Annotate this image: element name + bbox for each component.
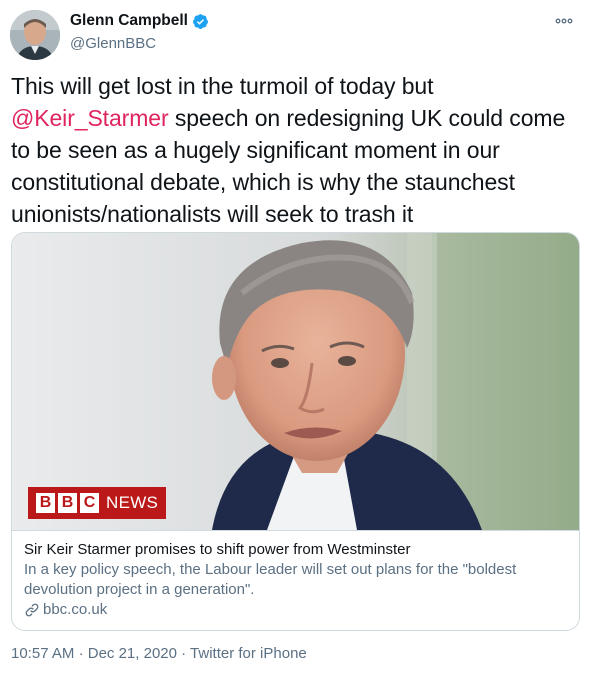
tweet-text-start: This will get lost in the turmoil of tod… <box>11 73 434 99</box>
avatar-photo <box>10 10 60 60</box>
author-name-row[interactable]: Glenn Campbell <box>70 12 209 30</box>
card-body: Sir Keir Starmer promises to shift power… <box>12 530 579 620</box>
tweet-text: This will get lost in the turmoil of tod… <box>11 70 581 230</box>
bbc-logo-letter: B <box>36 493 55 513</box>
bbc-news-logo: B B C NEWS <box>28 487 167 519</box>
tweet-time[interactable]: 10:57 AM <box>11 645 74 662</box>
card-title: Sir Keir Starmer promises to shift power… <box>24 541 411 558</box>
tweet-meta: 10:57 AM · Dec 21, 2020 · Twitter for iP… <box>11 645 307 662</box>
tweet: Glenn Campbell @GlennBBC This will get l… <box>0 0 591 674</box>
tweet-date[interactable]: Dec 21, 2020 <box>88 645 177 662</box>
display-name[interactable]: Glenn Campbell <box>70 12 188 30</box>
bbc-logo-word: NEWS <box>106 493 159 512</box>
more-options-icon[interactable] <box>553 10 575 32</box>
author-handle[interactable]: @GlennBBC <box>70 35 156 52</box>
tweet-source[interactable]: Twitter for iPhone <box>190 645 307 662</box>
mention-link[interactable]: @Keir_Starmer <box>11 105 169 131</box>
card-domain: bbc.co.uk <box>24 600 567 620</box>
bbc-logo-letter: B <box>58 493 77 513</box>
avatar[interactable] <box>10 10 60 60</box>
meta-separator: · <box>78 645 84 662</box>
card-domain-text: bbc.co.uk <box>43 601 108 618</box>
bbc-logo-letter: C <box>80 493 99 513</box>
meta-separator: · <box>181 645 187 662</box>
card-image: B B C NEWS <box>12 233 579 530</box>
verified-badge-icon <box>193 13 208 29</box>
link-card[interactable]: B B C NEWS Sir Keir Starmer promises to … <box>11 232 580 631</box>
card-description: In a key policy speech, the Labour leade… <box>24 561 517 598</box>
link-icon <box>25 603 39 617</box>
card-photo <box>12 233 579 530</box>
